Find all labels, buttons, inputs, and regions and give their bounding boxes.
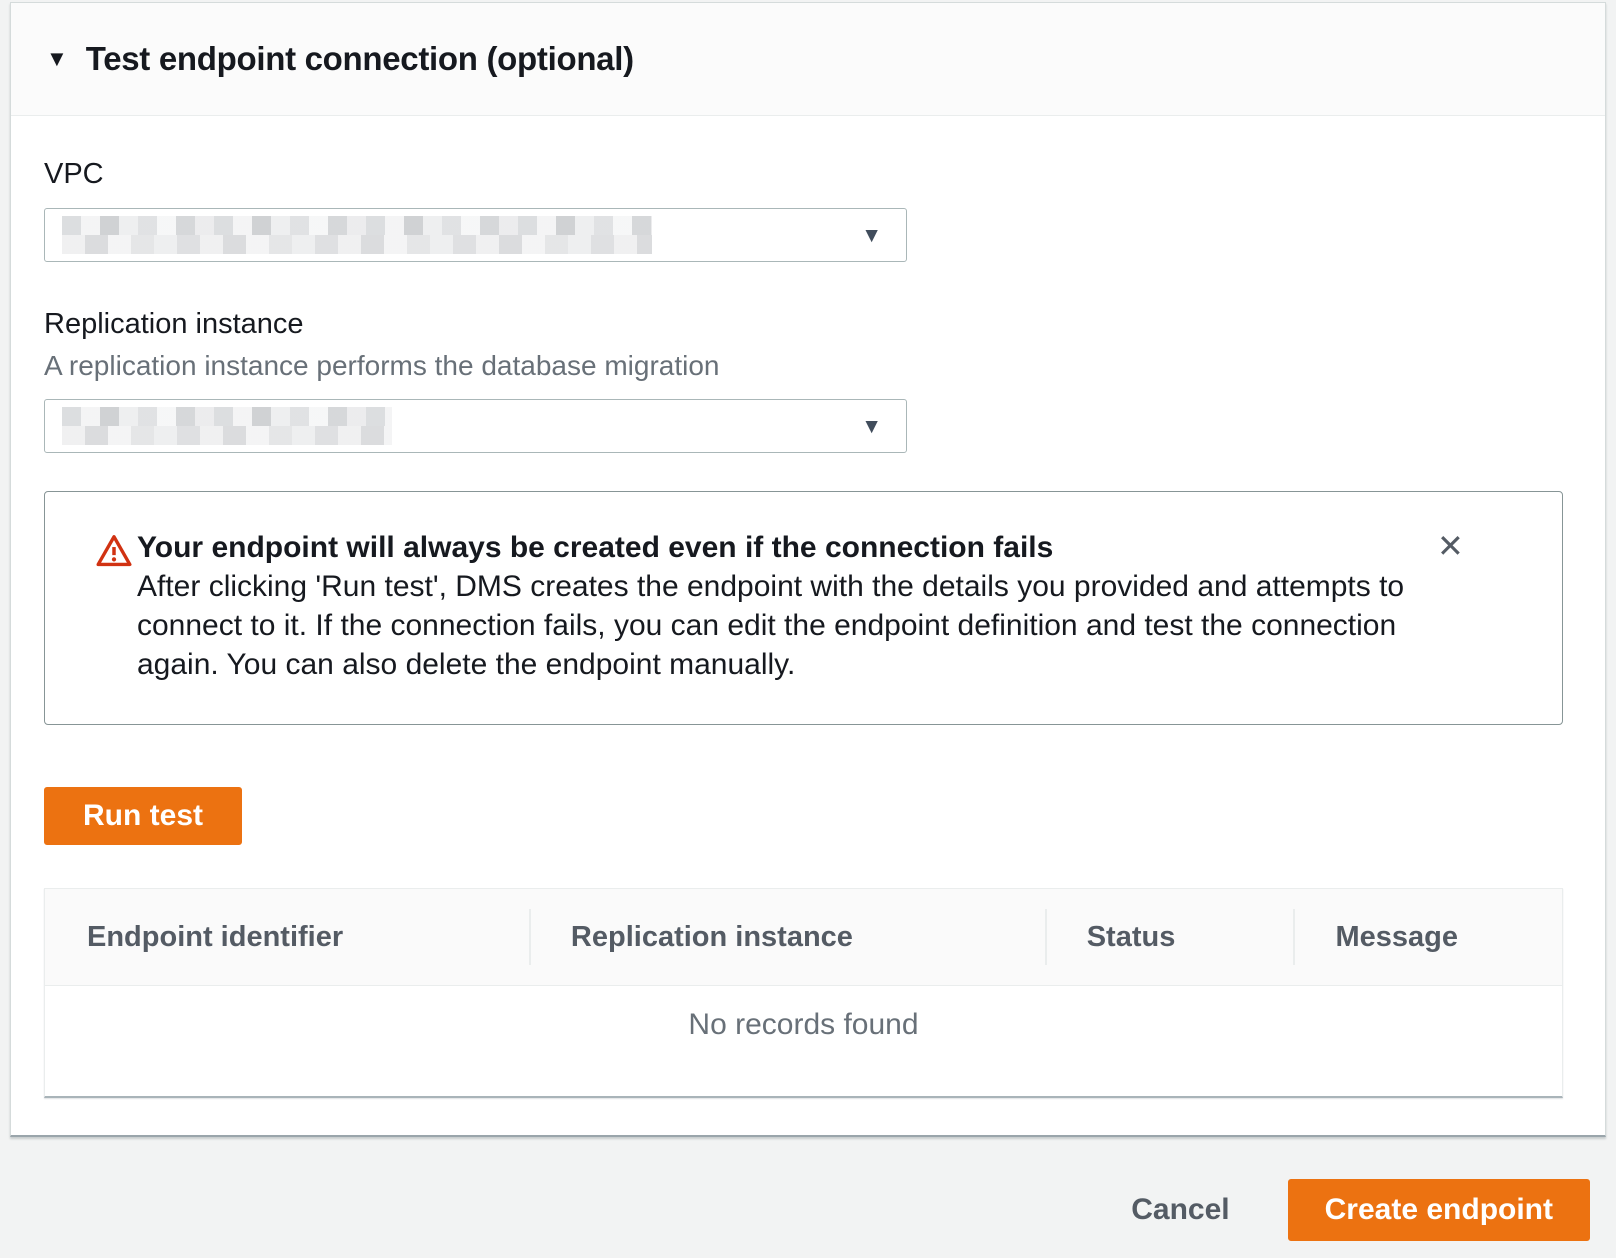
chevron-down-icon: ▼ [861, 416, 882, 437]
connection-test-results-table: Endpoint identifier Replication instance… [44, 888, 1563, 1098]
chevron-down-icon: ▼ [861, 225, 882, 246]
footer-action-bar: Cancel Create endpoint [1131, 1179, 1590, 1241]
panel-header[interactable]: ▼ Test endpoint connection (optional) [11, 3, 1605, 116]
redacted-replication-instance-value [62, 407, 392, 445]
vpc-select[interactable]: ▼ [44, 208, 907, 262]
replication-instance-label: Replication instance [44, 308, 1572, 341]
close-icon[interactable]: ✕ [1437, 530, 1464, 562]
warning-alert-title: Your endpoint will always be created eve… [137, 528, 1437, 567]
warning-alert-text: Your endpoint will always be created eve… [137, 528, 1437, 684]
cancel-button[interactable]: Cancel [1131, 1193, 1229, 1227]
replication-instance-description: A replication instance performs the data… [44, 350, 1572, 382]
test-endpoint-connection-panel: ▼ Test endpoint connection (optional) VP… [10, 2, 1606, 1137]
vpc-label: VPC [44, 158, 1572, 191]
panel-body: VPC ▼ Replication instance A replication… [11, 116, 1605, 1135]
warning-triangle-icon [95, 528, 133, 684]
create-endpoint-button[interactable]: Create endpoint [1288, 1179, 1590, 1241]
column-header-replication-instance[interactable]: Replication instance [529, 889, 1045, 985]
panel-title: Test endpoint connection (optional) [86, 40, 634, 78]
column-header-status[interactable]: Status [1045, 889, 1294, 985]
table-body: No records found [45, 986, 1562, 1096]
table-header-row: Endpoint identifier Replication instance… [45, 889, 1562, 986]
spacer [44, 262, 1572, 308]
warning-alert-body: After clicking 'Run test', DMS creates t… [137, 567, 1437, 684]
section-collapse-caret-icon[interactable]: ▼ [46, 48, 68, 70]
column-header-message[interactable]: Message [1293, 889, 1562, 985]
warning-alert: Your endpoint will always be created eve… [44, 491, 1563, 725]
empty-state-message: No records found [688, 1008, 918, 1096]
column-header-endpoint-identifier[interactable]: Endpoint identifier [45, 889, 529, 985]
redacted-vpc-value [62, 216, 652, 254]
run-test-button[interactable]: Run test [44, 787, 242, 845]
replication-instance-select[interactable]: ▼ [44, 399, 907, 453]
